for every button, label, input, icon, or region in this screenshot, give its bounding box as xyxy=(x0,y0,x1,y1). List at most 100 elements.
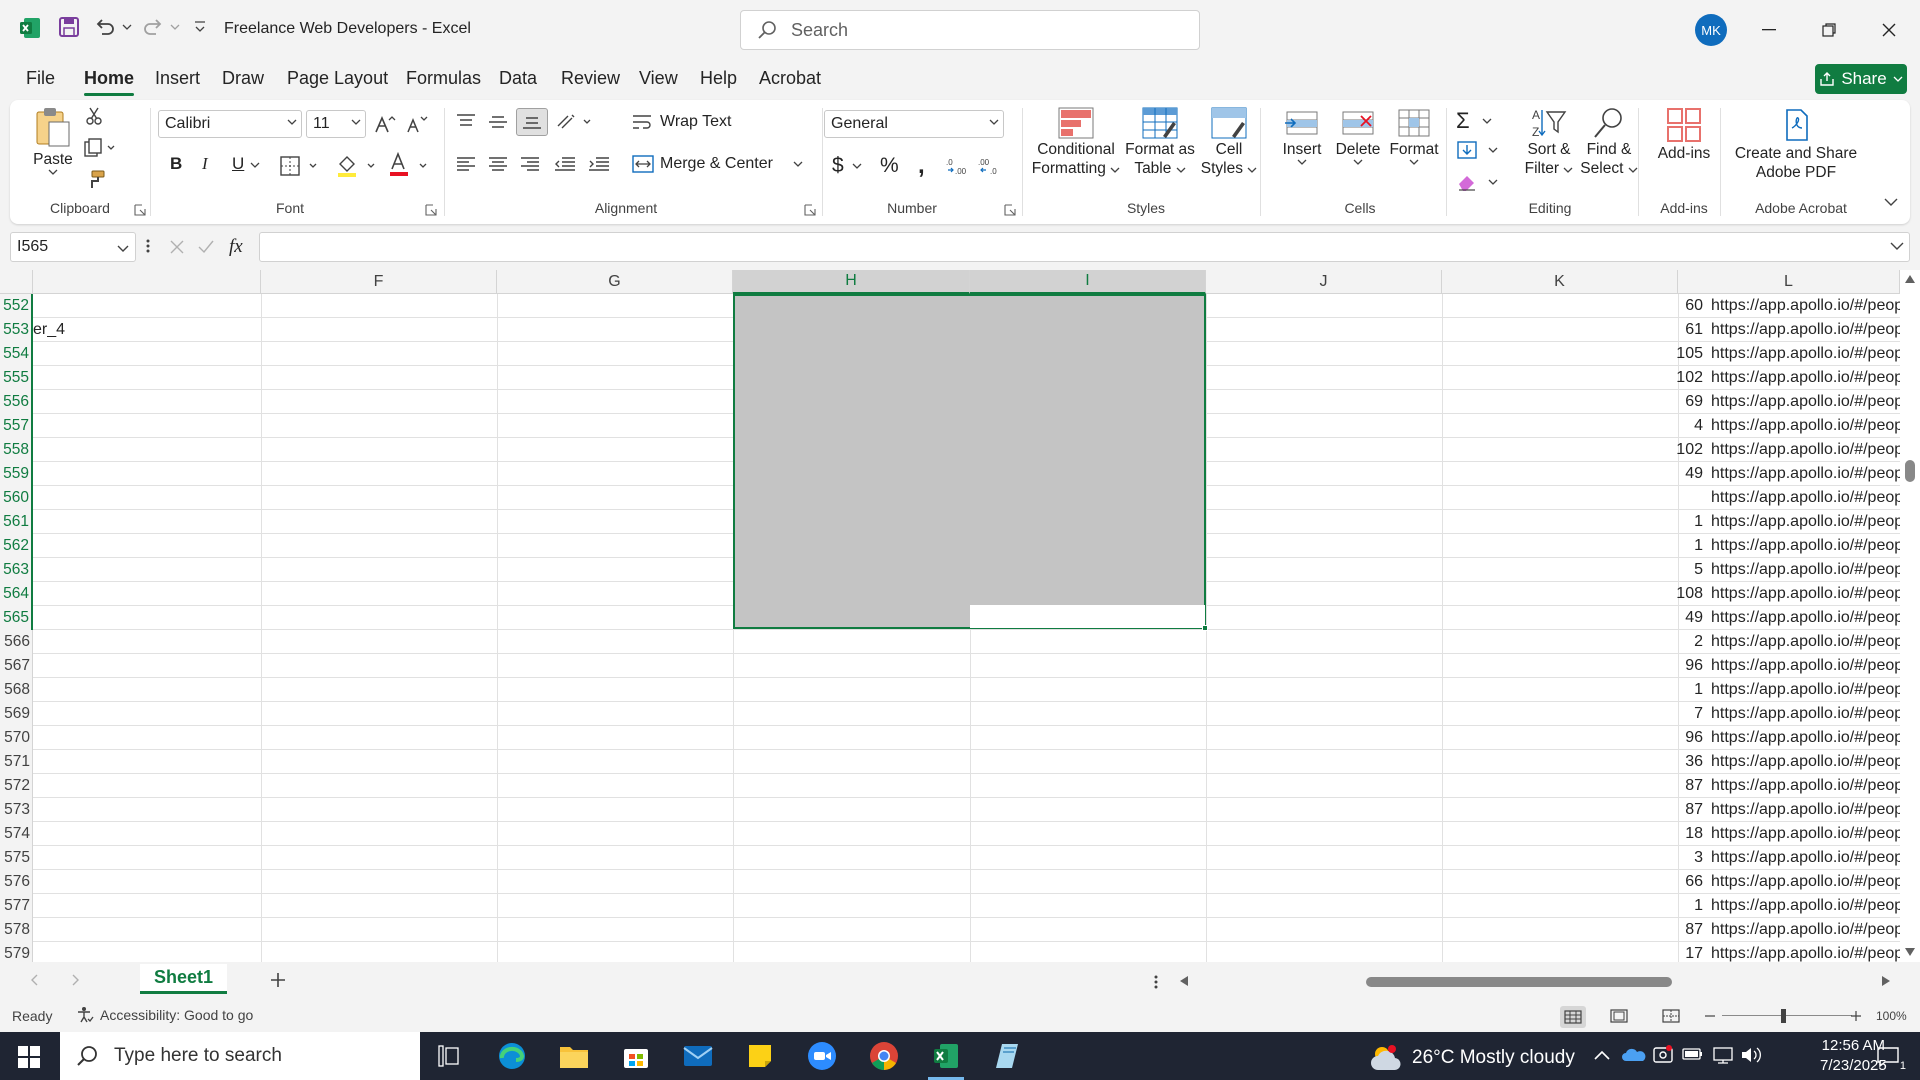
cut-icon[interactable] xyxy=(84,106,104,126)
tab-home[interactable]: Home xyxy=(84,68,135,96)
sheet-options-icon[interactable] xyxy=(1154,974,1158,990)
cell-l[interactable]: https://app.apollo.io/#/peop xyxy=(1711,438,1920,462)
row-header[interactable]: 574 xyxy=(0,822,33,846)
scroll-right-icon[interactable] xyxy=(1882,976,1890,986)
edge-browser-icon[interactable] xyxy=(486,1036,538,1076)
row-header[interactable]: 554 xyxy=(0,342,33,366)
paste-button[interactable]: Paste xyxy=(28,106,78,175)
select-all-corner[interactable] xyxy=(0,270,33,294)
cell-l[interactable]: https://app.apollo.io/#/peop xyxy=(1711,390,1920,414)
decrease-font-size-icon[interactable] xyxy=(406,114,428,134)
font-color-icon[interactable] xyxy=(388,152,432,178)
cell-e[interactable] xyxy=(33,894,293,918)
dialog-launcher-icon[interactable] xyxy=(804,204,816,216)
cell-e[interactable] xyxy=(33,918,293,942)
meet-now-icon[interactable] xyxy=(1652,1044,1674,1066)
customize-qat-icon[interactable] xyxy=(194,20,206,34)
add-ins-button[interactable]: Add-ins xyxy=(1648,106,1720,163)
row-header[interactable]: 564 xyxy=(0,582,33,606)
chevron-down-icon[interactable] xyxy=(250,162,260,168)
conditional-formatting-button[interactable]: Conditional Formatting xyxy=(1024,106,1128,178)
column-header-k[interactable]: K xyxy=(1442,270,1678,294)
prev-sheet-icon[interactable] xyxy=(30,974,38,986)
row-header[interactable]: 552 xyxy=(0,294,33,318)
tab-acrobat[interactable]: Acrobat xyxy=(759,68,821,89)
cell-e[interactable] xyxy=(33,294,293,318)
cell-e[interactable] xyxy=(33,558,293,582)
volume-icon[interactable] xyxy=(1740,1046,1762,1064)
row-header[interactable]: 569 xyxy=(0,702,33,726)
fill-button[interactable] xyxy=(1456,140,1498,160)
cell-l[interactable]: https://app.apollo.io/#/peop xyxy=(1711,582,1920,606)
fill-handle[interactable] xyxy=(1202,625,1208,631)
zoom-out-icon[interactable] xyxy=(1704,1009,1716,1023)
active-cell[interactable] xyxy=(970,605,1205,628)
cell-l[interactable]: https://app.apollo.io/#/peop xyxy=(1711,654,1920,678)
task-view-icon[interactable] xyxy=(424,1036,476,1076)
zoom-app-icon[interactable] xyxy=(796,1036,848,1076)
cell-k[interactable]: 69 xyxy=(1474,390,1707,414)
add-sheet-icon[interactable] xyxy=(270,972,286,988)
zoom-in-icon[interactable] xyxy=(1850,1009,1862,1023)
undo-dropdown-icon[interactable] xyxy=(122,24,132,30)
cell-k[interactable]: 108 xyxy=(1474,582,1707,606)
row-header[interactable]: 566 xyxy=(0,630,33,654)
row-header[interactable]: 578 xyxy=(0,918,33,942)
row-header[interactable]: 579 xyxy=(0,942,33,962)
cell-e[interactable] xyxy=(33,414,293,438)
cell-k[interactable]: 60 xyxy=(1474,294,1707,318)
sort-filter-button[interactable]: AZ Sort & Filter xyxy=(1520,106,1578,178)
row-header[interactable]: 570 xyxy=(0,726,33,750)
percent-icon[interactable]: % xyxy=(880,154,899,178)
cell-l[interactable]: https://app.apollo.io/#/peop xyxy=(1711,318,1920,342)
file-explorer-icon[interactable] xyxy=(548,1036,600,1076)
cell-k[interactable]: 7 xyxy=(1474,702,1707,726)
column-header-j[interactable]: J xyxy=(1206,270,1442,294)
cell-l[interactable]: https://app.apollo.io/#/peop xyxy=(1711,342,1920,366)
align-center-icon[interactable] xyxy=(488,156,508,172)
tab-page-layout[interactable]: Page Layout xyxy=(287,68,388,89)
row-header[interactable]: 561 xyxy=(0,510,33,534)
cell-k[interactable]: 17 xyxy=(1474,942,1707,962)
normal-view-icon[interactable] xyxy=(1560,1006,1586,1028)
format-cells-button[interactable]: Format xyxy=(1386,106,1442,165)
network-icon[interactable] xyxy=(1712,1046,1734,1064)
cell-k[interactable]: 1 xyxy=(1474,894,1707,918)
delete-cells-button[interactable]: Delete xyxy=(1330,106,1386,165)
cell-k[interactable]: 1 xyxy=(1474,510,1707,534)
zoom-slider-thumb[interactable] xyxy=(1781,1009,1786,1023)
taskbar-search-input[interactable]: Type here to search xyxy=(60,1032,420,1080)
cell-l[interactable]: https://app.apollo.io/#/peop xyxy=(1711,630,1920,654)
page-layout-view-icon[interactable] xyxy=(1610,1009,1628,1023)
insert-function-icon[interactable]: fx xyxy=(229,236,243,258)
more-options-icon[interactable] xyxy=(146,238,150,254)
dialog-launcher-icon[interactable] xyxy=(425,204,437,216)
cell-e[interactable]: er_4 xyxy=(33,318,293,342)
cell-e[interactable] xyxy=(33,510,293,534)
align-bottom-icon[interactable] xyxy=(516,108,548,136)
selected-range[interactable] xyxy=(733,294,1206,629)
cell-e[interactable] xyxy=(33,342,293,366)
row-header[interactable]: 568 xyxy=(0,678,33,702)
cell-e[interactable] xyxy=(33,798,293,822)
cell-e[interactable] xyxy=(33,630,293,654)
column-header-e[interactable] xyxy=(33,270,261,294)
align-right-icon[interactable] xyxy=(520,156,540,172)
restore-button[interactable] xyxy=(1812,14,1846,46)
expand-formula-bar-icon[interactable] xyxy=(1890,242,1904,250)
redo-dropdown-icon[interactable] xyxy=(170,24,180,30)
tab-formulas[interactable]: Formulas xyxy=(406,68,481,89)
scroll-left-icon[interactable] xyxy=(1180,976,1188,986)
comma-style-icon[interactable]: , xyxy=(918,152,925,180)
increase-decimal-icon[interactable]: .0.00 xyxy=(946,156,972,176)
search-input[interactable]: Search xyxy=(740,10,1200,50)
zoom-level[interactable]: 100% xyxy=(1876,1009,1907,1023)
row-header[interactable]: 573 xyxy=(0,798,33,822)
cell-e[interactable] xyxy=(33,390,293,414)
cell-e[interactable] xyxy=(33,438,293,462)
battery-icon[interactable] xyxy=(1682,1046,1704,1062)
row-header[interactable]: 575 xyxy=(0,846,33,870)
cell-k[interactable]: 105 xyxy=(1474,342,1707,366)
cell-k[interactable]: 4 xyxy=(1474,414,1707,438)
format-painter-icon[interactable] xyxy=(84,170,106,190)
